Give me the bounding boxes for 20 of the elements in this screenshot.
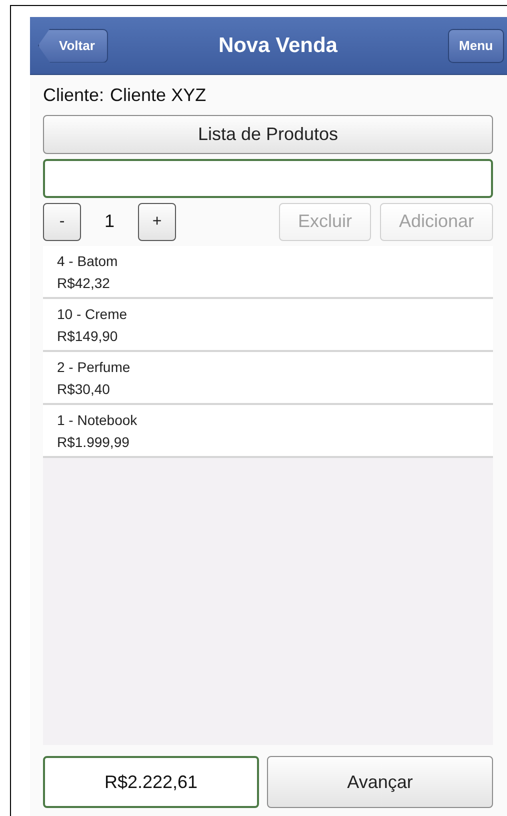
product-list-button[interactable]: Lista de Produtos — [43, 115, 493, 154]
product-price: R$42,32 — [57, 274, 111, 293]
increase-button[interactable]: + — [138, 202, 176, 240]
product-price: R$149,90 — [57, 327, 119, 346]
product-input-field[interactable] — [43, 159, 493, 198]
product-name: 2 - Perfume — [57, 358, 132, 377]
product-name: 10 - Creme — [57, 305, 128, 324]
next-button[interactable]: Avançar — [267, 756, 493, 808]
client-name: Cliente XYZ — [110, 84, 206, 106]
menu-button[interactable]: Menu — [448, 28, 504, 62]
total-amount: R$2.222,61 — [43, 756, 259, 808]
back-button[interactable]: Voltar — [38, 28, 108, 62]
quantity-value: 1 — [103, 211, 116, 232]
client-label: Cliente: — [43, 84, 104, 106]
decrease-button[interactable]: - — [43, 202, 81, 240]
product-price: R$30,40 — [57, 380, 111, 399]
product-name: 1 - Notebook — [57, 411, 138, 430]
product-name: 4 - Batom — [57, 252, 119, 271]
product-price: R$1.999,99 — [57, 433, 130, 452]
page-title: Nova Venda — [218, 34, 338, 58]
